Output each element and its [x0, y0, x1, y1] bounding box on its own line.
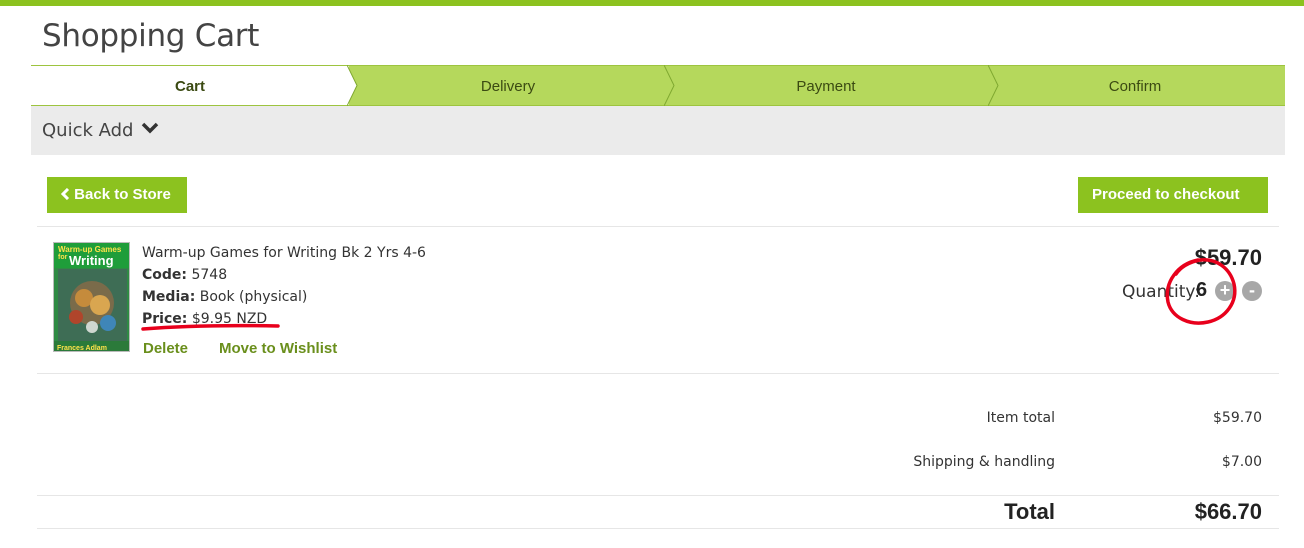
total-value: $66.70 [1194, 499, 1262, 524]
quick-add-bar[interactable]: Quick Add [31, 106, 1285, 155]
step-separator-arrow [988, 65, 1010, 106]
shipping-label: Shipping & handling [913, 454, 1055, 470]
checkout-steps: Cart Delivery Payment Confirm [31, 65, 1285, 106]
chevron-down-icon[interactable] [141, 121, 159, 135]
proceed-to-checkout-label: Proceed to checkout [1092, 186, 1240, 203]
quantity-label: Quantity: [1122, 282, 1200, 302]
cover-author: Frances Adlam [57, 345, 107, 352]
quantity-decrease-button[interactable]: - [1242, 281, 1262, 301]
step-delivery[interactable]: Delivery [349, 66, 667, 105]
step-confirm[interactable]: Confirm [985, 66, 1285, 105]
divider [37, 528, 1279, 529]
item-total-label: Item total [986, 410, 1055, 426]
divider [37, 373, 1279, 374]
divider [37, 226, 1279, 227]
step-separator-arrow [347, 65, 369, 106]
product-media-label: Media: [142, 289, 196, 305]
divider [37, 495, 1279, 496]
delete-link[interactable]: Delete [143, 340, 188, 357]
product-code-line: Code: 5748 [142, 267, 227, 283]
back-to-store-button[interactable]: Back to Store [47, 177, 187, 213]
top-accent-bar [0, 0, 1304, 6]
quick-add-label: Quick Add [42, 120, 134, 141]
step-separator-arrow [664, 65, 686, 106]
annotation-underline [140, 320, 285, 338]
chevron-right-icon [1092, 213, 1106, 249]
line-price: $59.70 [1194, 245, 1262, 270]
step-payment[interactable]: Payment [667, 66, 985, 105]
proceed-to-checkout-button[interactable]: Proceed to checkout [1078, 177, 1268, 237]
move-to-wishlist-link[interactable]: Move to Wishlist [219, 340, 337, 357]
back-to-store-label: Back to Store [74, 186, 171, 203]
quantity-value: 6 [1196, 279, 1208, 301]
step-cart[interactable]: Cart [31, 66, 349, 105]
item-total-value: $59.70 [1213, 410, 1262, 426]
product-code: 5748 [191, 267, 228, 283]
page-title: Shopping Cart [42, 18, 260, 54]
cover-title-line2: for [58, 254, 68, 261]
shipping-value: $7.00 [1221, 454, 1262, 470]
total-label: Total [1004, 499, 1055, 524]
cover-title-line3: Writing [69, 253, 114, 268]
product-cover-image[interactable]: Warm-up Games for Writing Frances Adlam [53, 242, 130, 352]
product-name[interactable]: Warm-up Games for Writing Bk 2 Yrs 4-6 [142, 245, 426, 261]
chevron-left-icon [60, 177, 70, 213]
product-media-line: Media: Book (physical) [142, 289, 307, 305]
product-media: Book (physical) [199, 289, 308, 305]
product-code-label: Code: [142, 267, 188, 283]
quantity-increase-button[interactable]: + [1215, 281, 1235, 301]
